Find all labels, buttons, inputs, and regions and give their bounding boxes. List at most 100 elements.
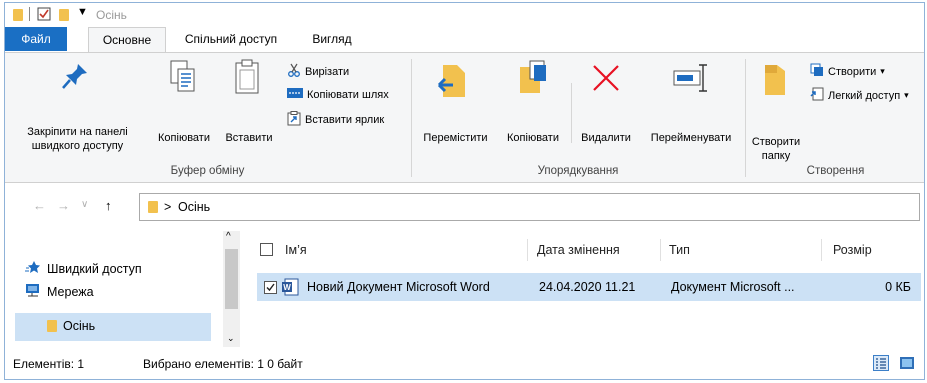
back-arrow-icon[interactable]: ← bbox=[33, 198, 46, 213]
tab-home[interactable]: Основне bbox=[88, 27, 166, 53]
move-to-button[interactable]: Перемістити bbox=[413, 53, 498, 158]
column-divider[interactable] bbox=[821, 239, 822, 261]
paste-button[interactable]: Вставити bbox=[217, 53, 281, 158]
file-name[interactable]: Новий Документ Microsoft Word bbox=[307, 273, 522, 301]
copy-label: Копіювати bbox=[158, 132, 210, 144]
row-checkbox[interactable] bbox=[264, 281, 277, 294]
ribbon: Закріпити на панелі швидкого доступу Коп… bbox=[5, 52, 924, 183]
organize-group-label: Упорядкування bbox=[537, 165, 619, 177]
title-bar: ▼ Осінь bbox=[5, 3, 924, 27]
pin-label-1: Закріпити на панелі bbox=[27, 126, 128, 138]
nav-network[interactable]: Мережа bbox=[25, 283, 94, 301]
column-divider[interactable] bbox=[660, 239, 661, 261]
paste-shortcut-label: Вставити ярлик bbox=[305, 114, 385, 126]
new-group-label: Створення bbox=[806, 165, 865, 177]
new-item-icon bbox=[810, 63, 824, 80]
tab-share[interactable]: Спільний доступ bbox=[171, 27, 291, 53]
paste-shortcut-button[interactable]: Вставити ярлик bbox=[287, 111, 384, 129]
new-folder-big-icon bbox=[761, 63, 791, 100]
nav-scrollbar-thumb[interactable] bbox=[225, 249, 238, 309]
nav-network-label: Мережа bbox=[47, 285, 94, 299]
copy-to-icon bbox=[516, 59, 550, 100]
copy-path-icon bbox=[287, 87, 303, 102]
paste-shortcut-icon bbox=[287, 111, 301, 129]
file-date: 24.04.2020 11.21 bbox=[539, 280, 636, 294]
cut-button[interactable]: Вирізати bbox=[287, 63, 349, 80]
easy-access-label: Легкий доступ bbox=[828, 89, 901, 102]
nav-selected-highlight bbox=[15, 313, 211, 341]
copy-to-label: Копіювати bbox=[507, 132, 559, 144]
new-item-label: Створити bbox=[828, 65, 877, 78]
column-type-header[interactable]: Тип bbox=[669, 237, 690, 263]
clipboard-group-label: Буфер обміну bbox=[170, 165, 245, 177]
copy-path-button[interactable]: Копіювати шлях bbox=[287, 87, 389, 102]
copy-icon bbox=[169, 59, 197, 98]
column-size-header[interactable]: Розмір bbox=[833, 237, 872, 263]
breadcrumb-separator[interactable]: > bbox=[164, 200, 171, 214]
file-size: 0 КБ bbox=[885, 280, 911, 294]
copy-path-label: Копіювати шлях bbox=[307, 88, 389, 101]
column-name-header[interactable]: Ім’я bbox=[285, 237, 307, 263]
scroll-down-icon[interactable]: ⌄ bbox=[227, 333, 235, 344]
scissors-icon bbox=[287, 63, 301, 80]
delete-x-icon bbox=[591, 63, 621, 96]
dropdown-arrow-icon: ▾ bbox=[904, 90, 909, 100]
qa-customize-icon[interactable]: ▼ bbox=[77, 6, 88, 18]
recent-chevron-icon[interactable]: ∨ bbox=[81, 199, 88, 210]
forward-arrow-icon[interactable]: → bbox=[57, 198, 70, 213]
pin-quick-access-button[interactable]: Закріпити на панелі швидкого доступу bbox=[5, 53, 150, 158]
address-bar[interactable]: > Осінь bbox=[139, 193, 920, 221]
nav-quick-access-label: Швидкий доступ bbox=[47, 261, 142, 276]
tab-view[interactable]: Вигляд bbox=[298, 27, 366, 53]
network-icon bbox=[25, 283, 41, 301]
status-item-count: Елементів: 1 bbox=[13, 357, 85, 371]
explorer-window: ▼ Осінь Файл Основне Спільний доступ Виг… bbox=[4, 2, 925, 380]
column-divider[interactable] bbox=[527, 239, 528, 261]
details-view-icon[interactable] bbox=[873, 355, 889, 371]
new-folder-label-2: папку bbox=[761, 150, 791, 162]
word-document-icon: W bbox=[281, 278, 299, 299]
folder-icon bbox=[148, 201, 158, 213]
tab-file[interactable]: Файл bbox=[5, 27, 67, 51]
select-all-checkbox[interactable] bbox=[260, 243, 273, 256]
star-icon bbox=[25, 260, 41, 277]
pin-label-2: швидкого доступу bbox=[31, 140, 124, 152]
copy-to-button[interactable]: Копіювати bbox=[498, 53, 568, 158]
folder-icon bbox=[47, 320, 57, 332]
clipboard-icon bbox=[233, 58, 261, 99]
copy-button[interactable]: Копіювати bbox=[151, 53, 217, 158]
large-icons-view-icon[interactable] bbox=[899, 355, 915, 371]
nav-current-label: Осінь bbox=[63, 319, 96, 333]
cut-label: Вирізати bbox=[305, 65, 350, 78]
move-to-icon bbox=[437, 63, 473, 102]
nav-quick-access[interactable]: Швидкий доступ bbox=[25, 260, 142, 277]
pin-icon bbox=[60, 61, 90, 94]
status-selection: Вибрано елементів: 1 0 байт bbox=[143, 357, 303, 371]
breadcrumb-folder[interactable]: Осінь bbox=[178, 200, 210, 214]
delete-label: Видалити bbox=[581, 132, 631, 144]
window-title: Осінь bbox=[96, 8, 127, 22]
file-type: Документ Microsoft ... bbox=[671, 280, 795, 294]
delete-button[interactable]: Видалити bbox=[571, 53, 641, 158]
column-date-header[interactable]: Дата змінення bbox=[537, 237, 620, 263]
rename-icon bbox=[673, 63, 709, 96]
dropdown-arrow-icon: ▾ bbox=[880, 66, 885, 76]
group-divider bbox=[411, 59, 412, 177]
paste-label: Вставити bbox=[225, 132, 273, 144]
divider bbox=[29, 7, 30, 21]
up-arrow-icon[interactable]: ↑ bbox=[105, 198, 112, 213]
rename-label: Перейменувати bbox=[650, 132, 732, 144]
easy-access-button[interactable]: Легкий доступ ▾ bbox=[810, 87, 909, 104]
folder-icon bbox=[13, 9, 23, 21]
easy-access-icon bbox=[810, 87, 824, 104]
scroll-up-icon[interactable]: ^ bbox=[226, 231, 231, 242]
new-folder-icon[interactable] bbox=[59, 9, 69, 21]
properties-check-icon[interactable] bbox=[37, 7, 51, 24]
nav-item-osin[interactable]: Осінь bbox=[47, 319, 95, 333]
new-item-button[interactable]: Створити ▾ bbox=[810, 63, 885, 80]
svg-text:W: W bbox=[283, 283, 291, 292]
rename-button[interactable]: Перейменувати bbox=[641, 53, 741, 158]
new-folder-button[interactable]: Створити папку bbox=[745, 53, 807, 162]
move-to-label: Перемістити bbox=[423, 132, 488, 144]
new-folder-label-1: Створити bbox=[751, 136, 801, 148]
